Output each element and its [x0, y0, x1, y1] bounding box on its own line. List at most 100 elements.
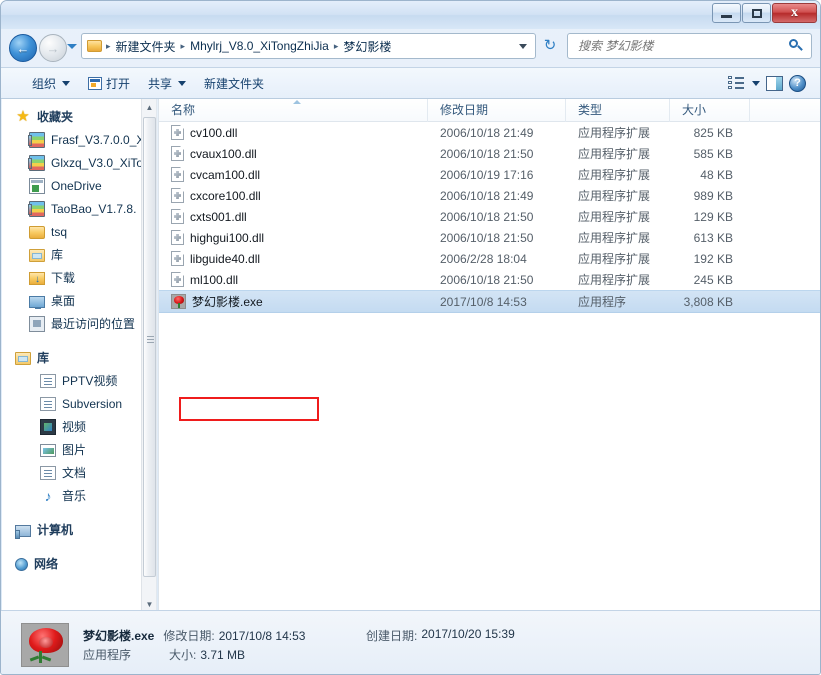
- file-preview-thumbnail: [21, 623, 69, 667]
- search-box[interactable]: [567, 33, 812, 59]
- file-name-cell[interactable]: cv100.dll: [159, 125, 428, 140]
- preview-pane-icon[interactable]: [766, 75, 783, 91]
- forward-button[interactable]: →: [39, 34, 67, 62]
- maximize-button[interactable]: [742, 3, 771, 23]
- sidebar-item-frasf[interactable]: Frasf_V3.7.0.0_X: [2, 128, 142, 151]
- file-name-cell[interactable]: cxts001.dll: [159, 209, 428, 224]
- file-name: cxcore100.dll: [190, 188, 261, 203]
- details-size-value: 3.71 MB: [200, 648, 246, 662]
- sidebar-item-label: 最近访问的位置: [51, 317, 136, 331]
- onedrive-icon: [29, 177, 45, 194]
- table-row[interactable]: libguide40.dll 2006/2/28 18:04 应用程序扩展 19…: [159, 248, 820, 269]
- file-name-cell[interactable]: 梦幻影楼.exe: [159, 293, 428, 310]
- file-name: highgui100.dll: [190, 230, 265, 245]
- sidebar-item-onedrive[interactable]: OneDrive: [2, 174, 142, 197]
- sidebar-scrollbar[interactable]: ▲ ▼: [141, 99, 156, 612]
- back-button[interactable]: ←: [9, 34, 37, 62]
- sidebar-item-glxzq[interactable]: Glxzq_V3.0_XiTo: [2, 151, 142, 174]
- breadcrumb-item-0[interactable]: 新建文件夹: [113, 36, 179, 57]
- view-chevron-down-icon[interactable]: [752, 80, 760, 86]
- sidebar-item-pictures[interactable]: 图片: [2, 438, 142, 461]
- sidebar-item-subversion[interactable]: Subversion: [2, 392, 142, 415]
- column-header-name[interactable]: 名称: [159, 99, 428, 122]
- column-header-date[interactable]: 修改日期: [428, 99, 566, 122]
- sidebar-item-music[interactable]: ♪ 音乐: [2, 484, 142, 507]
- table-row[interactable]: cxcore100.dll 2006/10/18 21:49 应用程序扩展 98…: [159, 185, 820, 206]
- column-header-type[interactable]: 类型: [566, 99, 670, 122]
- dll-icon: [171, 125, 184, 140]
- table-row-selected[interactable]: 梦幻影楼.exe 2017/10/8 14:53 应用程序 3,808 KB: [159, 290, 820, 313]
- sidebar-item-label: 库: [51, 248, 64, 262]
- file-name-cell[interactable]: highgui100.dll: [159, 230, 428, 245]
- table-row[interactable]: cv100.dll 2006/10/18 21:49 应用程序扩展 825 KB: [159, 122, 820, 143]
- column-label: 大小: [682, 103, 707, 117]
- toolbar-right-group: ?: [728, 74, 820, 92]
- breadcrumb-item-2[interactable]: 梦幻影楼: [340, 36, 394, 57]
- file-name-cell[interactable]: cxcore100.dll: [159, 188, 428, 203]
- column-header-blank[interactable]: [750, 99, 820, 122]
- sidebar-item-pptv[interactable]: PPTV视频: [2, 369, 142, 392]
- table-row[interactable]: cvaux100.dll 2006/10/18 21:50 应用程序扩展 585…: [159, 143, 820, 164]
- close-button[interactable]: x: [772, 3, 817, 23]
- libraries-label: 库: [37, 351, 50, 365]
- sidebar-item-documents[interactable]: 文档: [2, 461, 142, 484]
- file-date-cell: 2006/2/28 18:04: [440, 251, 527, 266]
- sidebar-group-libraries[interactable]: 库: [2, 346, 142, 369]
- sidebar-item-videos[interactable]: 视频: [2, 415, 142, 438]
- details-size-label: 大小:: [169, 648, 197, 662]
- table-row[interactable]: cvcam100.dll 2006/10/19 17:16 应用程序扩展 48 …: [159, 164, 820, 185]
- file-size-cell: 129 KB: [693, 209, 733, 224]
- favorites-label: 收藏夹: [37, 110, 74, 124]
- file-name-cell[interactable]: libguide40.dll: [159, 251, 428, 266]
- help-icon[interactable]: ?: [789, 74, 806, 92]
- sidebar-item-desktop[interactable]: 桌面: [2, 289, 142, 312]
- file-name-cell[interactable]: ml100.dll: [159, 272, 428, 287]
- share-button[interactable]: 共享: [139, 72, 195, 94]
- details-pane: 梦幻影楼.exe 修改日期: 2017/10/8 14:53 应用程序 大小: …: [1, 610, 820, 674]
- file-size-cell: 3,808 KB: [683, 294, 733, 309]
- details-line-two: 应用程序 大小: 3.71 MB: [83, 646, 305, 665]
- table-row[interactable]: cxts001.dll 2006/10/18 21:50 应用程序扩展 129 …: [159, 206, 820, 227]
- minimize-button[interactable]: [712, 3, 741, 23]
- minimize-icon: [721, 15, 732, 18]
- breadcrumb-separator: ▸: [180, 40, 186, 51]
- sidebar-group-favorites[interactable]: ★ 收藏夹: [2, 105, 142, 128]
- new-folder-button[interactable]: 新建文件夹: [195, 72, 273, 94]
- sidebar-item-network[interactable]: 网络: [2, 552, 142, 575]
- address-bar[interactable]: ▸ 新建文件夹 ▸ Mhylrj_V8.0_XiTongZhiJia ▸ 梦幻影…: [81, 33, 536, 59]
- address-dropdown-icon[interactable]: [519, 43, 527, 49]
- computer-label: 计算机: [37, 523, 74, 537]
- file-name-cell[interactable]: cvaux100.dll: [159, 146, 428, 161]
- history-dropdown-icon[interactable]: [67, 44, 77, 49]
- details-column-two: 创建日期: 2017/10/20 15:39: [366, 627, 515, 644]
- sidebar-item-label: 视频: [62, 420, 87, 434]
- sidebar-item-label: tsq: [51, 224, 68, 239]
- dll-icon: [171, 272, 184, 287]
- file-name: cv100.dll: [190, 125, 238, 140]
- breadcrumb-item-1[interactable]: Mhylrj_V8.0_XiTongZhiJia: [187, 37, 332, 55]
- file-name-cell[interactable]: cvcam100.dll: [159, 167, 428, 182]
- details-created-label: 创建日期:: [366, 629, 418, 643]
- open-button[interactable]: 打开: [79, 72, 139, 94]
- column-label: 修改日期: [440, 103, 489, 117]
- search-input[interactable]: [576, 38, 789, 54]
- sidebar-item-computer[interactable]: 计算机: [2, 518, 142, 541]
- file-name: ml100.dll: [190, 272, 239, 287]
- sidebar-item-taobao[interactable]: TaoBao_V1.7.8.: [2, 197, 142, 220]
- sidebar-item-label: Glxzq_V3.0_XiTo: [51, 155, 142, 170]
- refresh-icon[interactable]: ↻: [541, 37, 559, 55]
- dll-icon: [171, 251, 184, 266]
- organize-button[interactable]: 组织: [23, 72, 79, 94]
- scroll-up-icon[interactable]: ▲: [142, 99, 156, 115]
- column-header-size[interactable]: 大小: [670, 99, 750, 122]
- sidebar-scrollbar-thumb[interactable]: [143, 117, 156, 577]
- sidebar-item-library-fav[interactable]: 库: [2, 243, 142, 266]
- file-name: cxts001.dll: [190, 209, 247, 224]
- table-row[interactable]: highgui100.dll 2006/10/18 21:50 应用程序扩展 6…: [159, 227, 820, 248]
- file-list-pane: 名称 修改日期 类型 大小 cv100.dll 2006/10/18 21:49…: [158, 99, 820, 612]
- sidebar-item-tsq[interactable]: tsq: [2, 220, 142, 243]
- change-view-icon[interactable]: [728, 76, 744, 90]
- table-row[interactable]: ml100.dll 2006/10/18 21:50 应用程序扩展 245 KB: [159, 269, 820, 290]
- sidebar-item-downloads[interactable]: 下载: [2, 266, 142, 289]
- sidebar-item-recent-places[interactable]: 最近访问的位置: [2, 312, 142, 335]
